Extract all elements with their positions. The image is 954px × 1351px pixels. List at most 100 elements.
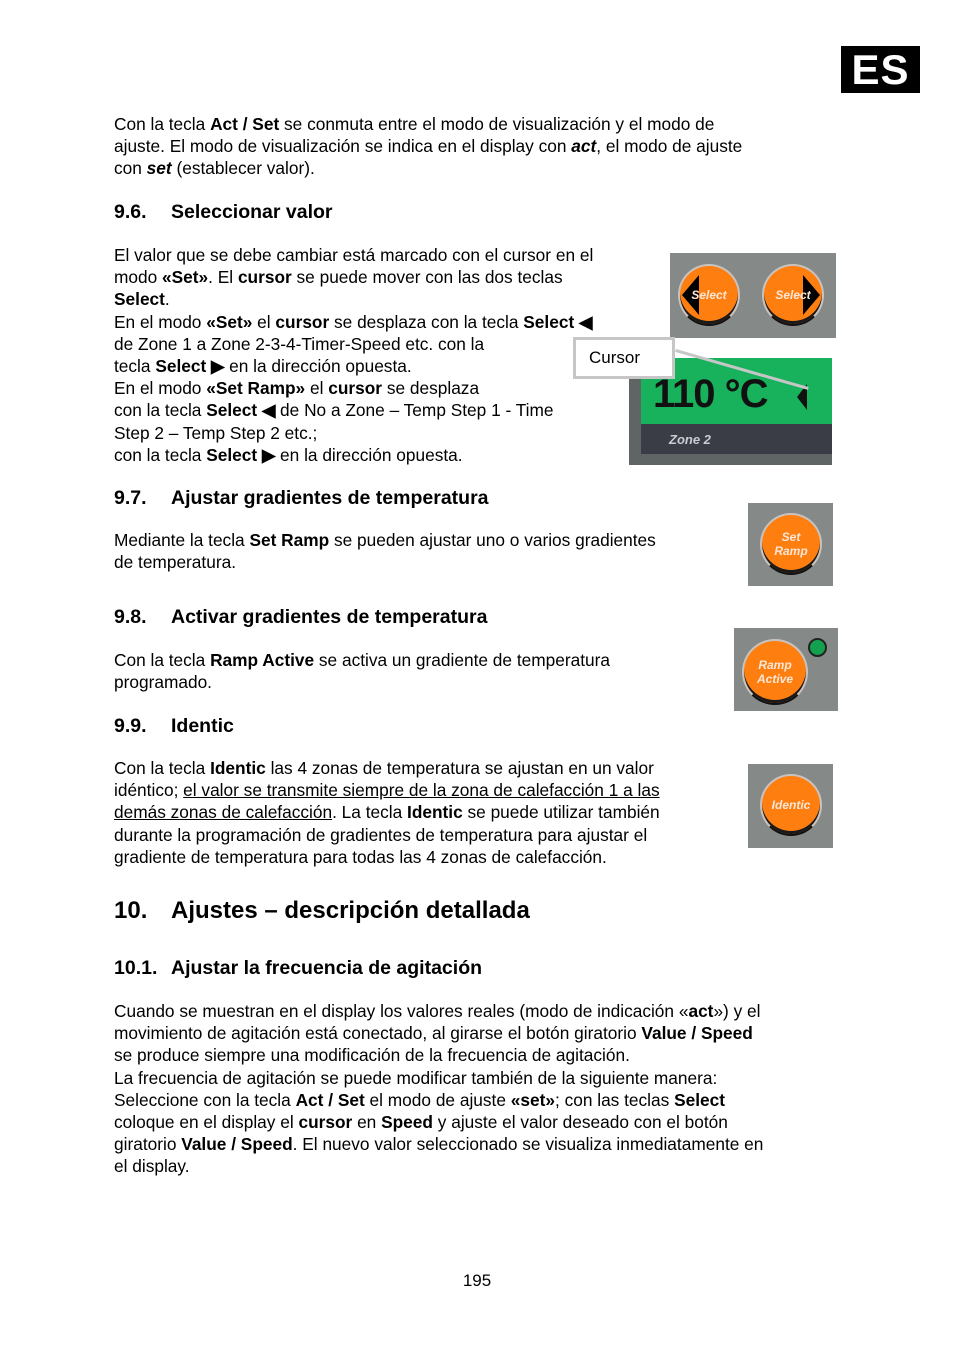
text: se pueden ajustar uno o varios gradiente… xyxy=(329,530,656,550)
bold: «Set Ramp» xyxy=(206,378,306,399)
button-label: Ramp xyxy=(774,544,808,558)
text: con la tecla xyxy=(114,444,207,465)
display-zone-label: Zone 2 xyxy=(669,432,711,447)
text: el xyxy=(252,311,276,332)
text: se produce siempre una modificación de l… xyxy=(114,1045,630,1066)
bold: «Set» xyxy=(162,267,209,288)
bold: Select ▶ xyxy=(206,444,276,465)
page-number: 195 xyxy=(462,1271,492,1290)
text: y ajuste el valor deseado con el botón xyxy=(432,1112,728,1133)
text: Con la tecla xyxy=(114,114,211,134)
section-number: 9.7. xyxy=(114,487,147,509)
text: Con la tecla xyxy=(114,650,211,670)
text: el modo de ajuste xyxy=(364,1089,511,1110)
text: La frecuencia de agitación se puede modi… xyxy=(114,1067,718,1088)
mode-act: act xyxy=(571,136,597,157)
button-label: Ramp xyxy=(758,658,792,672)
text: En el modo xyxy=(114,311,207,332)
text: En el modo xyxy=(114,378,207,399)
section-heading-10-1: 10.1. Ajustar la frecuencia de agitación xyxy=(114,957,482,980)
section-number: 9.9. xyxy=(114,715,147,737)
text: las 4 zonas de temperatura se ajustan en… xyxy=(265,758,654,778)
select-buttons-image: Select Select xyxy=(670,253,836,338)
bold: Identic xyxy=(407,802,463,823)
section-number: 9.6. xyxy=(114,201,147,223)
section-title: Ajustar la frecuencia de agitación xyxy=(171,957,483,979)
button-label: Select xyxy=(775,288,811,302)
section-number: 10. xyxy=(114,897,148,924)
text: en la dirección opuesta. xyxy=(275,444,463,465)
button-label: Select xyxy=(691,288,727,302)
text: Con la tecla xyxy=(114,758,211,778)
button-label: Identic xyxy=(771,798,811,812)
section-number: 9.8. xyxy=(114,606,147,628)
bold: Identic xyxy=(210,758,266,778)
bold: Value / Speed xyxy=(641,1023,753,1044)
button-label: Active xyxy=(756,672,794,686)
bold: Speed xyxy=(381,1112,433,1133)
text: programado. xyxy=(114,672,212,693)
key-act-set: Act / Set xyxy=(210,114,280,134)
text: de No a Zone – Temp Step 1 - Time xyxy=(275,400,554,421)
section-10-1-body: Cuando se muestran en el display los val… xyxy=(114,1000,763,1178)
bold: «set» xyxy=(510,1089,555,1110)
text: se desplaza xyxy=(382,378,480,399)
identic-button: Identic xyxy=(760,774,822,836)
bold: «Set» xyxy=(206,311,253,332)
text: coloque en el display el xyxy=(114,1112,299,1133)
text: (establecer valor). xyxy=(171,158,315,179)
bold: cursor xyxy=(237,267,292,288)
ramp-active-button: Ramp Active xyxy=(742,639,808,705)
underlined-text: el valor se transmite siempre de la zona… xyxy=(183,780,660,801)
text: gradiente de temperatura para todas las … xyxy=(114,846,607,867)
text: movimiento de agitación está conectado, … xyxy=(114,1023,642,1044)
bold: Value / Speed xyxy=(181,1134,293,1155)
text: , el modo de ajuste xyxy=(596,136,743,157)
text: tecla xyxy=(114,356,156,377)
text: . El nuevo valor seleccionado se visuali… xyxy=(292,1134,764,1155)
section-heading-9-7: 9.7. Ajustar gradientes de temperatura xyxy=(114,487,489,510)
status-led-icon xyxy=(808,638,827,657)
text: de Zone 1 a Zone 2-3-4-Timer-Speed etc. … xyxy=(114,333,485,354)
text: se puede mover con las dos teclas xyxy=(291,267,563,288)
bold: Select ◀ xyxy=(206,400,276,421)
text: Step 2 – Temp Step 2 etc.; xyxy=(114,422,318,443)
text: . El xyxy=(208,267,238,288)
section-title: Ajustar gradientes de temperatura xyxy=(171,487,489,509)
underlined-text: demás zonas de calefacción xyxy=(114,802,333,823)
text: con xyxy=(114,158,147,179)
text: Seleccione con la tecla xyxy=(114,1089,296,1110)
cursor-callout: Cursor xyxy=(573,337,675,379)
text: con la tecla xyxy=(114,400,207,421)
text: modo xyxy=(114,267,163,288)
section-title: Activar gradientes de temperatura xyxy=(171,606,488,628)
text: Mediante la tecla xyxy=(114,530,250,550)
text: ajuste. El modo de visualización se indi… xyxy=(114,136,572,157)
set-ramp-button-image: Set Ramp xyxy=(748,503,833,586)
text: el display. xyxy=(114,1156,190,1177)
text: durante la programación de gradientes de… xyxy=(114,824,648,845)
bold: Select xyxy=(114,289,165,310)
section-title: Ajustes – descripción detallada xyxy=(171,897,530,924)
text: idéntico; xyxy=(114,780,184,801)
text: giratorio xyxy=(114,1134,182,1155)
section-9-6-body: El valor que se debe cambiar está marcad… xyxy=(114,244,593,466)
bold: cursor xyxy=(275,311,330,332)
text: Cuando se muestran en el display los val… xyxy=(114,1001,689,1021)
chapter-heading-10: 10. Ajustes – descripción detallada xyxy=(114,897,530,925)
language-tab: ES xyxy=(841,46,920,93)
section-heading-9-6: 9.6. Seleccionar valor xyxy=(114,201,333,224)
text: . xyxy=(164,289,170,310)
mode-set: set xyxy=(146,158,172,179)
identic-button-image: Identic xyxy=(748,764,833,848)
section-9-7-body: Mediante la tecla Set Ramp se pueden aju… xyxy=(114,529,656,573)
bold: Set Ramp xyxy=(249,530,330,550)
bold: Select xyxy=(674,1089,725,1110)
select-right-button: Select xyxy=(762,264,824,326)
intro-paragraph: Con la tecla Act / Set se conmuta entre … xyxy=(114,113,742,180)
text: . La tecla xyxy=(332,802,408,823)
text: en la dirección opuesta. xyxy=(224,356,412,377)
select-left-button: Select xyxy=(678,264,740,326)
bold: cursor xyxy=(328,378,383,399)
section-number: 10.1. xyxy=(114,957,158,979)
